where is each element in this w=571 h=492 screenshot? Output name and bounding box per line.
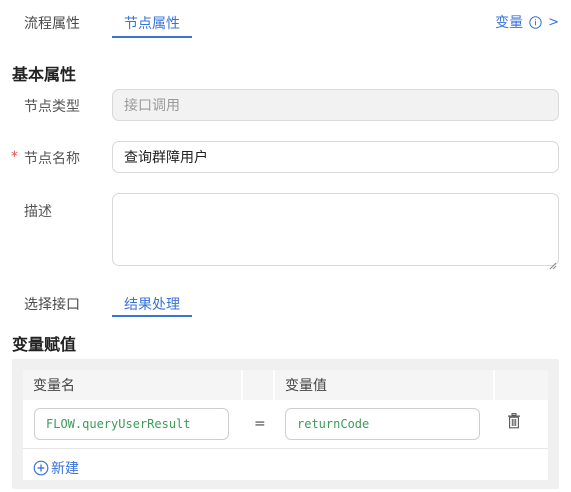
trash-icon[interactable] [507,413,521,429]
variable-table-header: 变量名 变量值 [23,370,548,400]
resize-grip-icon[interactable] [549,255,557,270]
tab-result-handling[interactable]: 结果处理 [124,294,180,314]
header-divider [273,370,275,400]
node-name-input[interactable]: 查询群障用户 [112,141,559,173]
node-name-label: 节点名称 [24,151,80,167]
header-divider [493,370,495,400]
plus-circle-icon [33,460,49,476]
variable-value-input[interactable]: returnCode [285,408,480,440]
node-type-field: 接口调用 [112,89,559,121]
info-circle-icon [529,15,542,29]
tab-flow-properties[interactable]: 流程属性 [24,13,80,33]
basic-properties-title: 基本属性 [12,65,77,84]
equals-operator: = [254,416,266,432]
row-divider [23,448,548,449]
variables-link-label: 变量 [495,15,524,31]
active-subtab-indicator [112,315,192,317]
top-tab-bar: 流程属性 节点属性 变量 > [0,0,571,40]
active-tab-indicator [112,36,192,38]
variable-assignment-title: 变量赋值 [12,335,77,354]
tab-select-api[interactable]: 选择接口 [24,294,80,314]
node-properties-panel: 流程属性 节点属性 变量 > 基本属性 节点类型 接口调用 * 节点名称 查询群… [0,0,571,492]
header-variable-name: 变量名 [33,378,75,394]
variable-table: 变量名 变量值 FLOW.queryUserResult = returnCod… [23,370,548,480]
required-mark: * [11,149,18,165]
header-variable-value: 变量值 [285,378,327,394]
description-label: 描述 [24,204,52,220]
tab-node-properties[interactable]: 节点属性 [124,13,180,33]
description-textarea[interactable] [112,193,559,266]
add-variable-button[interactable]: 新建 [33,458,79,478]
chevron-right-icon: > [548,14,559,30]
add-variable-label: 新建 [51,461,79,477]
header-divider [241,370,243,400]
variable-name-input[interactable]: FLOW.queryUserResult [34,408,229,440]
variables-link[interactable]: 变量 > [495,12,559,32]
node-type-label: 节点类型 [24,99,80,115]
